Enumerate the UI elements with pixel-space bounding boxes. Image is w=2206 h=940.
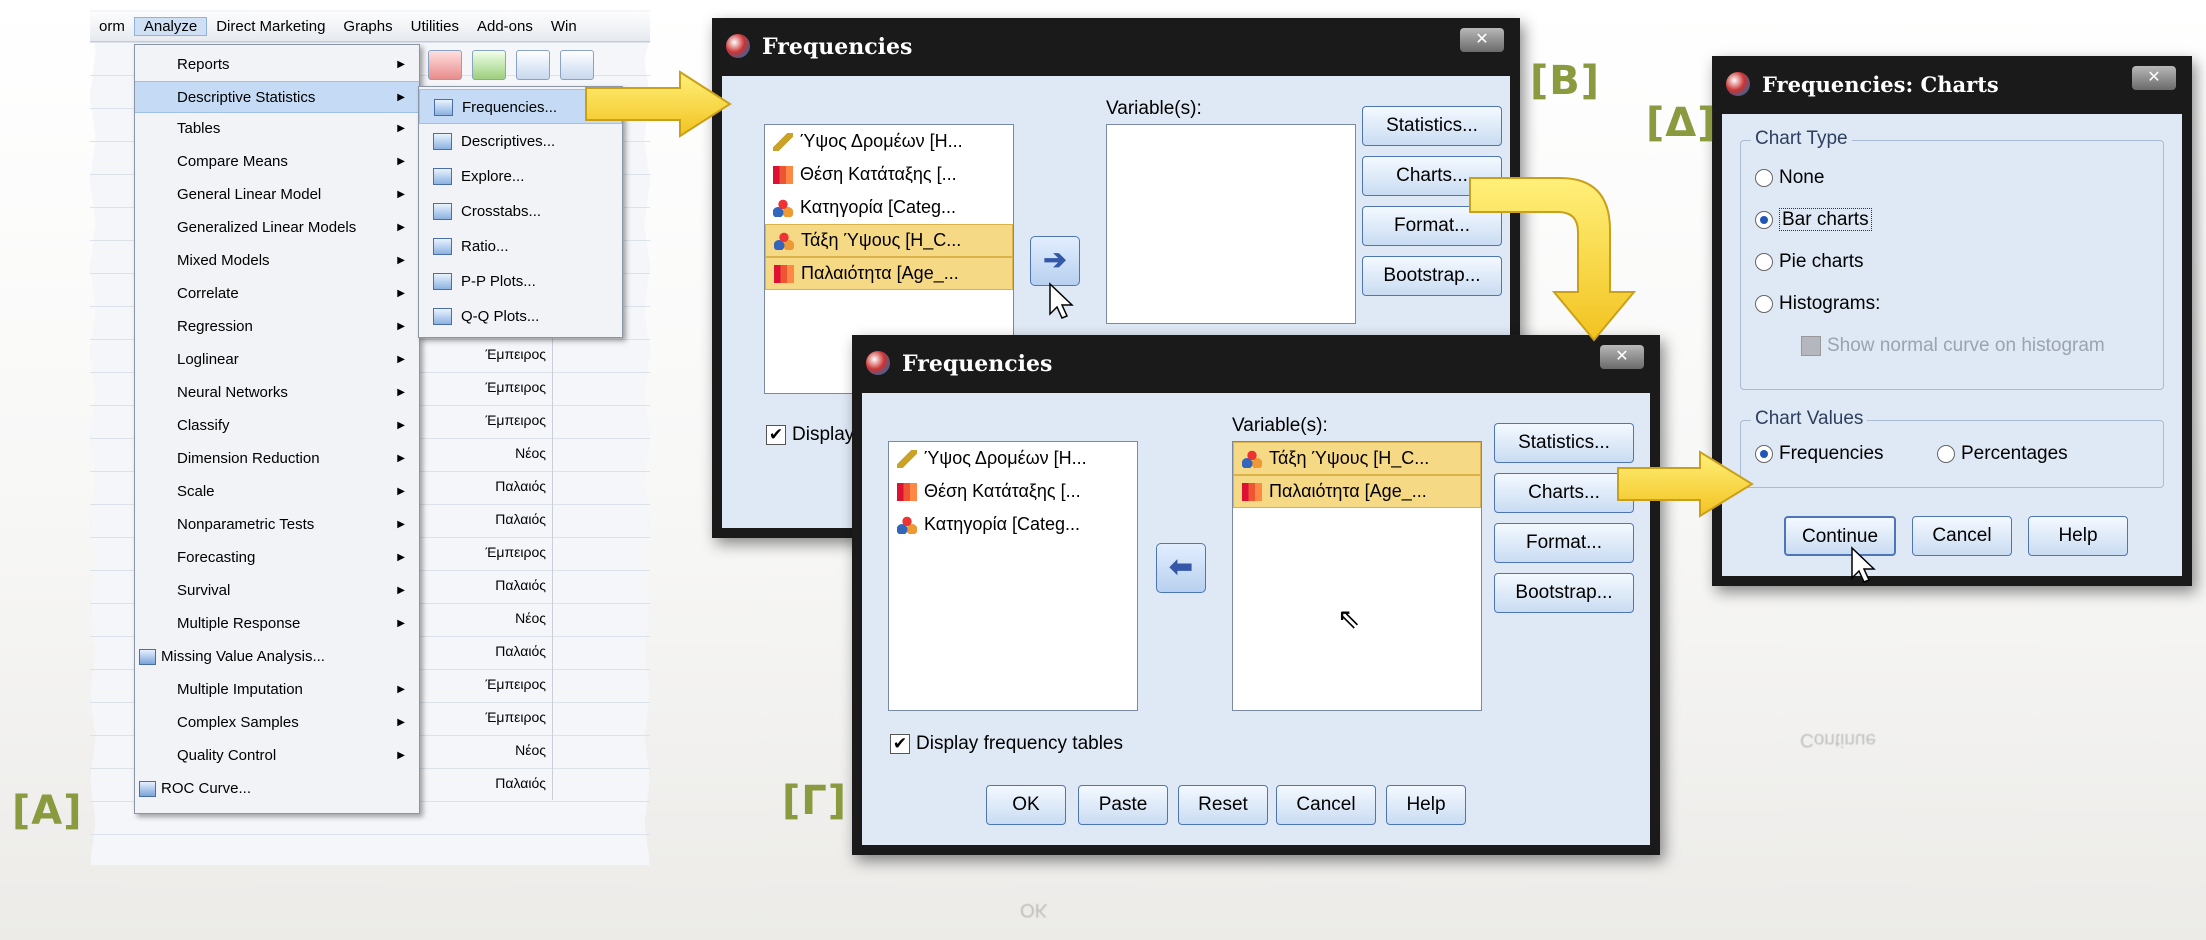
arrow-icon (585, 70, 732, 138)
flow-arrows (585, 70, 1876, 583)
arrow-icon (1469, 177, 1637, 342)
mouse-cursor-icon (1851, 546, 1876, 583)
arrow-icon (1617, 450, 1754, 518)
mouse-cursor-icon (1049, 282, 1074, 319)
